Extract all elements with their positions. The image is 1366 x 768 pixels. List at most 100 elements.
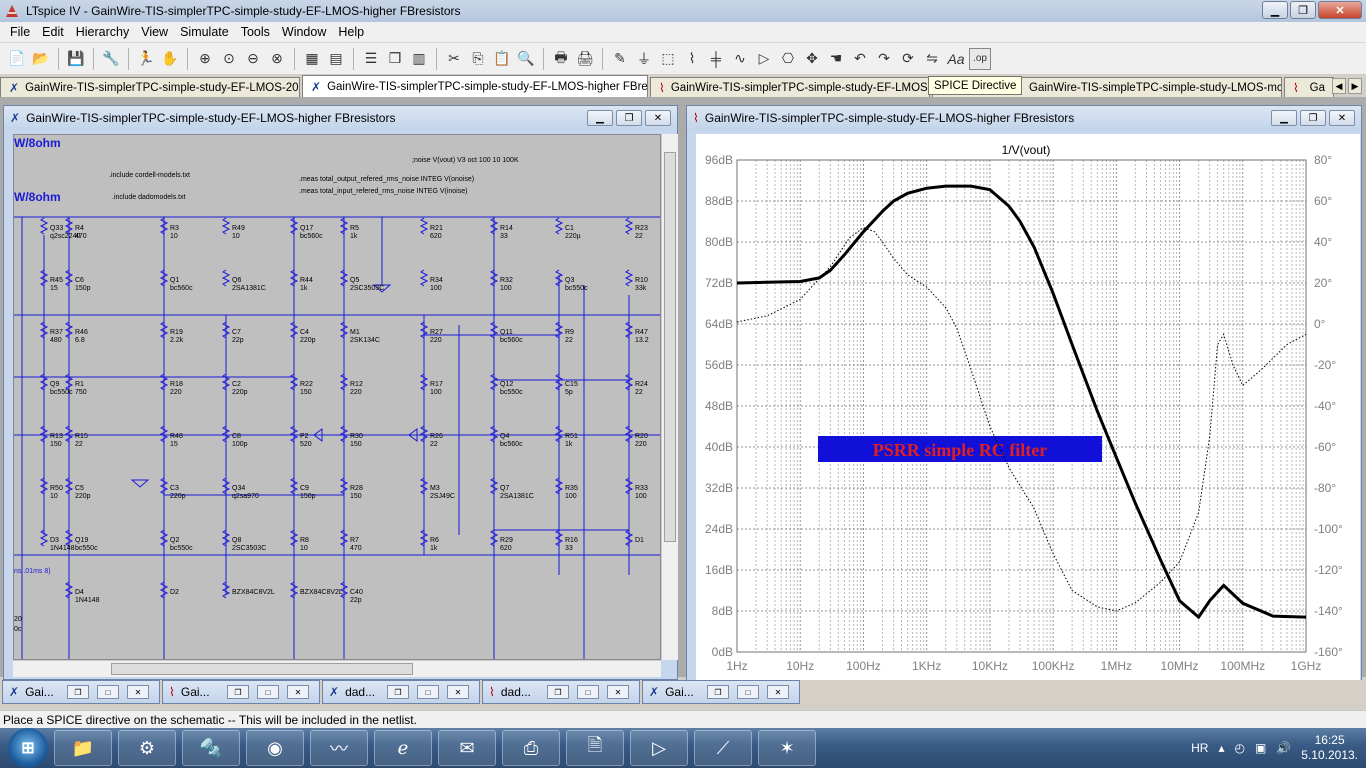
component-value[interactable]: 22p — [350, 597, 362, 604]
component-value[interactable]: 22 — [430, 441, 438, 448]
component-reference[interactable]: Q4 — [500, 433, 509, 440]
component-reference[interactable]: R12 — [350, 381, 363, 388]
component-value[interactable]: bc550c — [500, 389, 523, 396]
component-value[interactable]: 480 — [50, 337, 62, 344]
component-value[interactable]: 220p — [75, 493, 91, 500]
component-value[interactable]: 1N4148 — [50, 545, 75, 552]
component-value[interactable]: 22 — [75, 441, 83, 448]
inductor-icon[interactable]: ∿ — [729, 48, 751, 70]
tile-vertical-icon[interactable]: ▥ — [408, 48, 430, 70]
waveform-window[interactable]: ⌇ GainWire-TIS-simplerTPC-simple-study-E… — [686, 105, 1362, 688]
minimized-window[interactable]: ✗ Gai... ❐ □ ✕ — [642, 680, 800, 704]
component-value[interactable]: 1k — [350, 233, 358, 240]
spice-directive-text[interactable]: .include dadomodels.txt — [112, 194, 186, 201]
ground-icon[interactable]: ⏚ — [633, 48, 655, 70]
component-reference[interactable]: C9 — [300, 485, 309, 492]
component-value[interactable]: bc550c — [170, 545, 193, 552]
component-reference[interactable]: R34 — [430, 277, 443, 284]
minimize-button[interactable]: ▁ — [1262, 1, 1288, 19]
component-reference[interactable]: C15 — [565, 381, 578, 388]
component-symbol[interactable] — [624, 269, 634, 287]
component-value[interactable]: 100 — [500, 285, 512, 292]
spice-directive-text[interactable]: ;noise V(vout) V3 oct 100 10 100K — [412, 157, 519, 164]
component-value[interactable]: 10 — [50, 493, 58, 500]
component-value[interactable]: 2SA1381C — [232, 285, 266, 292]
save-icon[interactable]: 💾 — [65, 48, 87, 70]
component-value[interactable]: 150 — [50, 441, 62, 448]
component-reference[interactable]: C6 — [75, 277, 84, 284]
component-reference[interactable]: R14 — [500, 225, 513, 232]
component-reference[interactable]: R28 — [350, 485, 363, 492]
component-reference[interactable]: Q2 — [170, 537, 179, 544]
component-reference[interactable]: R10 — [635, 277, 648, 284]
component-reference[interactable]: R51 — [565, 433, 578, 440]
component-reference[interactable]: R35 — [565, 485, 578, 492]
component-reference[interactable]: R33 — [635, 485, 648, 492]
menu-view[interactable]: View — [135, 25, 174, 39]
explorer-taskbar-icon[interactable]: 📁 — [54, 730, 112, 766]
menu-hierarchy[interactable]: Hierarchy — [70, 25, 136, 39]
component-value[interactable]: 100 — [430, 389, 442, 396]
component-value[interactable]: 220µ — [565, 233, 581, 240]
schematic-horizontal-scrollbar[interactable] — [13, 660, 661, 677]
maximize-icon[interactable]: □ — [97, 685, 119, 699]
component-reference[interactable]: C7 — [232, 329, 241, 336]
autorange-icon[interactable]: ▦ — [301, 48, 323, 70]
component-value[interactable]: 1k — [565, 441, 573, 448]
component-reference[interactable]: BZX84C8V2L — [232, 589, 275, 596]
spice-directive-text[interactable]: .meas total_input_refered_rms_noise INTE… — [299, 188, 467, 195]
menu-help[interactable]: Help — [332, 25, 370, 39]
component-value[interactable]: 2SK134C — [350, 337, 380, 344]
component-value[interactable]: 220 — [635, 441, 647, 448]
component-value[interactable]: 100 — [565, 493, 577, 500]
component-reference[interactable]: R3 — [170, 225, 179, 232]
component-reference[interactable]: Q5 — [350, 277, 359, 284]
component-value[interactable]: 2SC3503C — [232, 545, 266, 552]
close-icon[interactable]: ✕ — [447, 685, 469, 699]
tab-truncated[interactable]: ⌇ Ga — [1284, 77, 1334, 97]
component-value[interactable]: 220 — [430, 337, 442, 344]
component-value[interactable]: 33 — [565, 545, 573, 552]
component-value[interactable]: 220 — [170, 389, 182, 396]
ltspice-e-taskbar-icon[interactable]: ▷ — [630, 730, 688, 766]
spice-directive-icon[interactable]: .op — [969, 47, 991, 70]
component-value[interactable]: 33 — [500, 233, 508, 240]
component-reference[interactable]: R1 — [75, 381, 84, 388]
component-reference[interactable]: R8 — [300, 537, 309, 544]
component-reference[interactable]: Q33 — [50, 225, 63, 232]
tab-waveform-higher[interactable]: ⌇ GainWire-TIS-simplerTPC-simple-study-E… — [650, 77, 930, 97]
component-reference[interactable]: R26 — [430, 433, 443, 440]
component-reference[interactable]: R23 — [635, 225, 648, 232]
component-value[interactable]: 22 — [565, 337, 573, 344]
component-value[interactable]: 15 — [50, 285, 58, 292]
close-icon[interactable]: ✕ — [127, 685, 149, 699]
component-reference[interactable]: M3 — [430, 485, 440, 492]
ltspice-taskbar-icon[interactable]: ⟋ — [694, 730, 752, 766]
component-symbol[interactable] — [419, 217, 429, 235]
component-reference[interactable]: Q19 — [75, 537, 88, 544]
component-reference[interactable]: C5 — [75, 485, 84, 492]
waveform-minimize-button[interactable]: ▁ — [1271, 110, 1297, 126]
close-icon[interactable]: ✕ — [287, 685, 309, 699]
restore-icon[interactable]: ❐ — [67, 685, 89, 699]
component-reference[interactable]: R32 — [500, 277, 513, 284]
component-value[interactable]: 22p — [232, 337, 244, 344]
waveform-plot-area[interactable]: 1/V(vout) 0dB 8dB 16dB 24dB 32dB 40dB 48dB 56dB… — [696, 134, 1360, 685]
cut-icon[interactable]: ✂ — [443, 48, 465, 70]
zoom-fit-icon[interactable]: ⊗ — [266, 48, 288, 70]
spice-directive-text[interactable]: .include cordell-models.txt — [109, 172, 190, 179]
menu-window[interactable]: Window — [276, 25, 332, 39]
component-value[interactable]: 10 — [300, 545, 308, 552]
component-reference[interactable]: Q6 — [232, 277, 241, 284]
new-schematic-icon[interactable]: 📄 — [6, 48, 28, 70]
close-icon[interactable]: ✕ — [767, 685, 789, 699]
sync-icon[interactable]: ◴ — [1235, 741, 1245, 755]
app-taskbar-icon[interactable]: ⚙ — [118, 730, 176, 766]
component-value[interactable]: bc560c — [500, 441, 523, 448]
component-reference[interactable]: Q9 — [50, 381, 59, 388]
component-reference[interactable]: R48 — [170, 433, 183, 440]
component-reference[interactable]: R50 — [50, 485, 63, 492]
component-reference[interactable]: R5 — [350, 225, 359, 232]
component-value[interactable]: q2sc2240 — [50, 233, 80, 240]
zoom-out-icon[interactable]: ⊖ — [242, 48, 264, 70]
